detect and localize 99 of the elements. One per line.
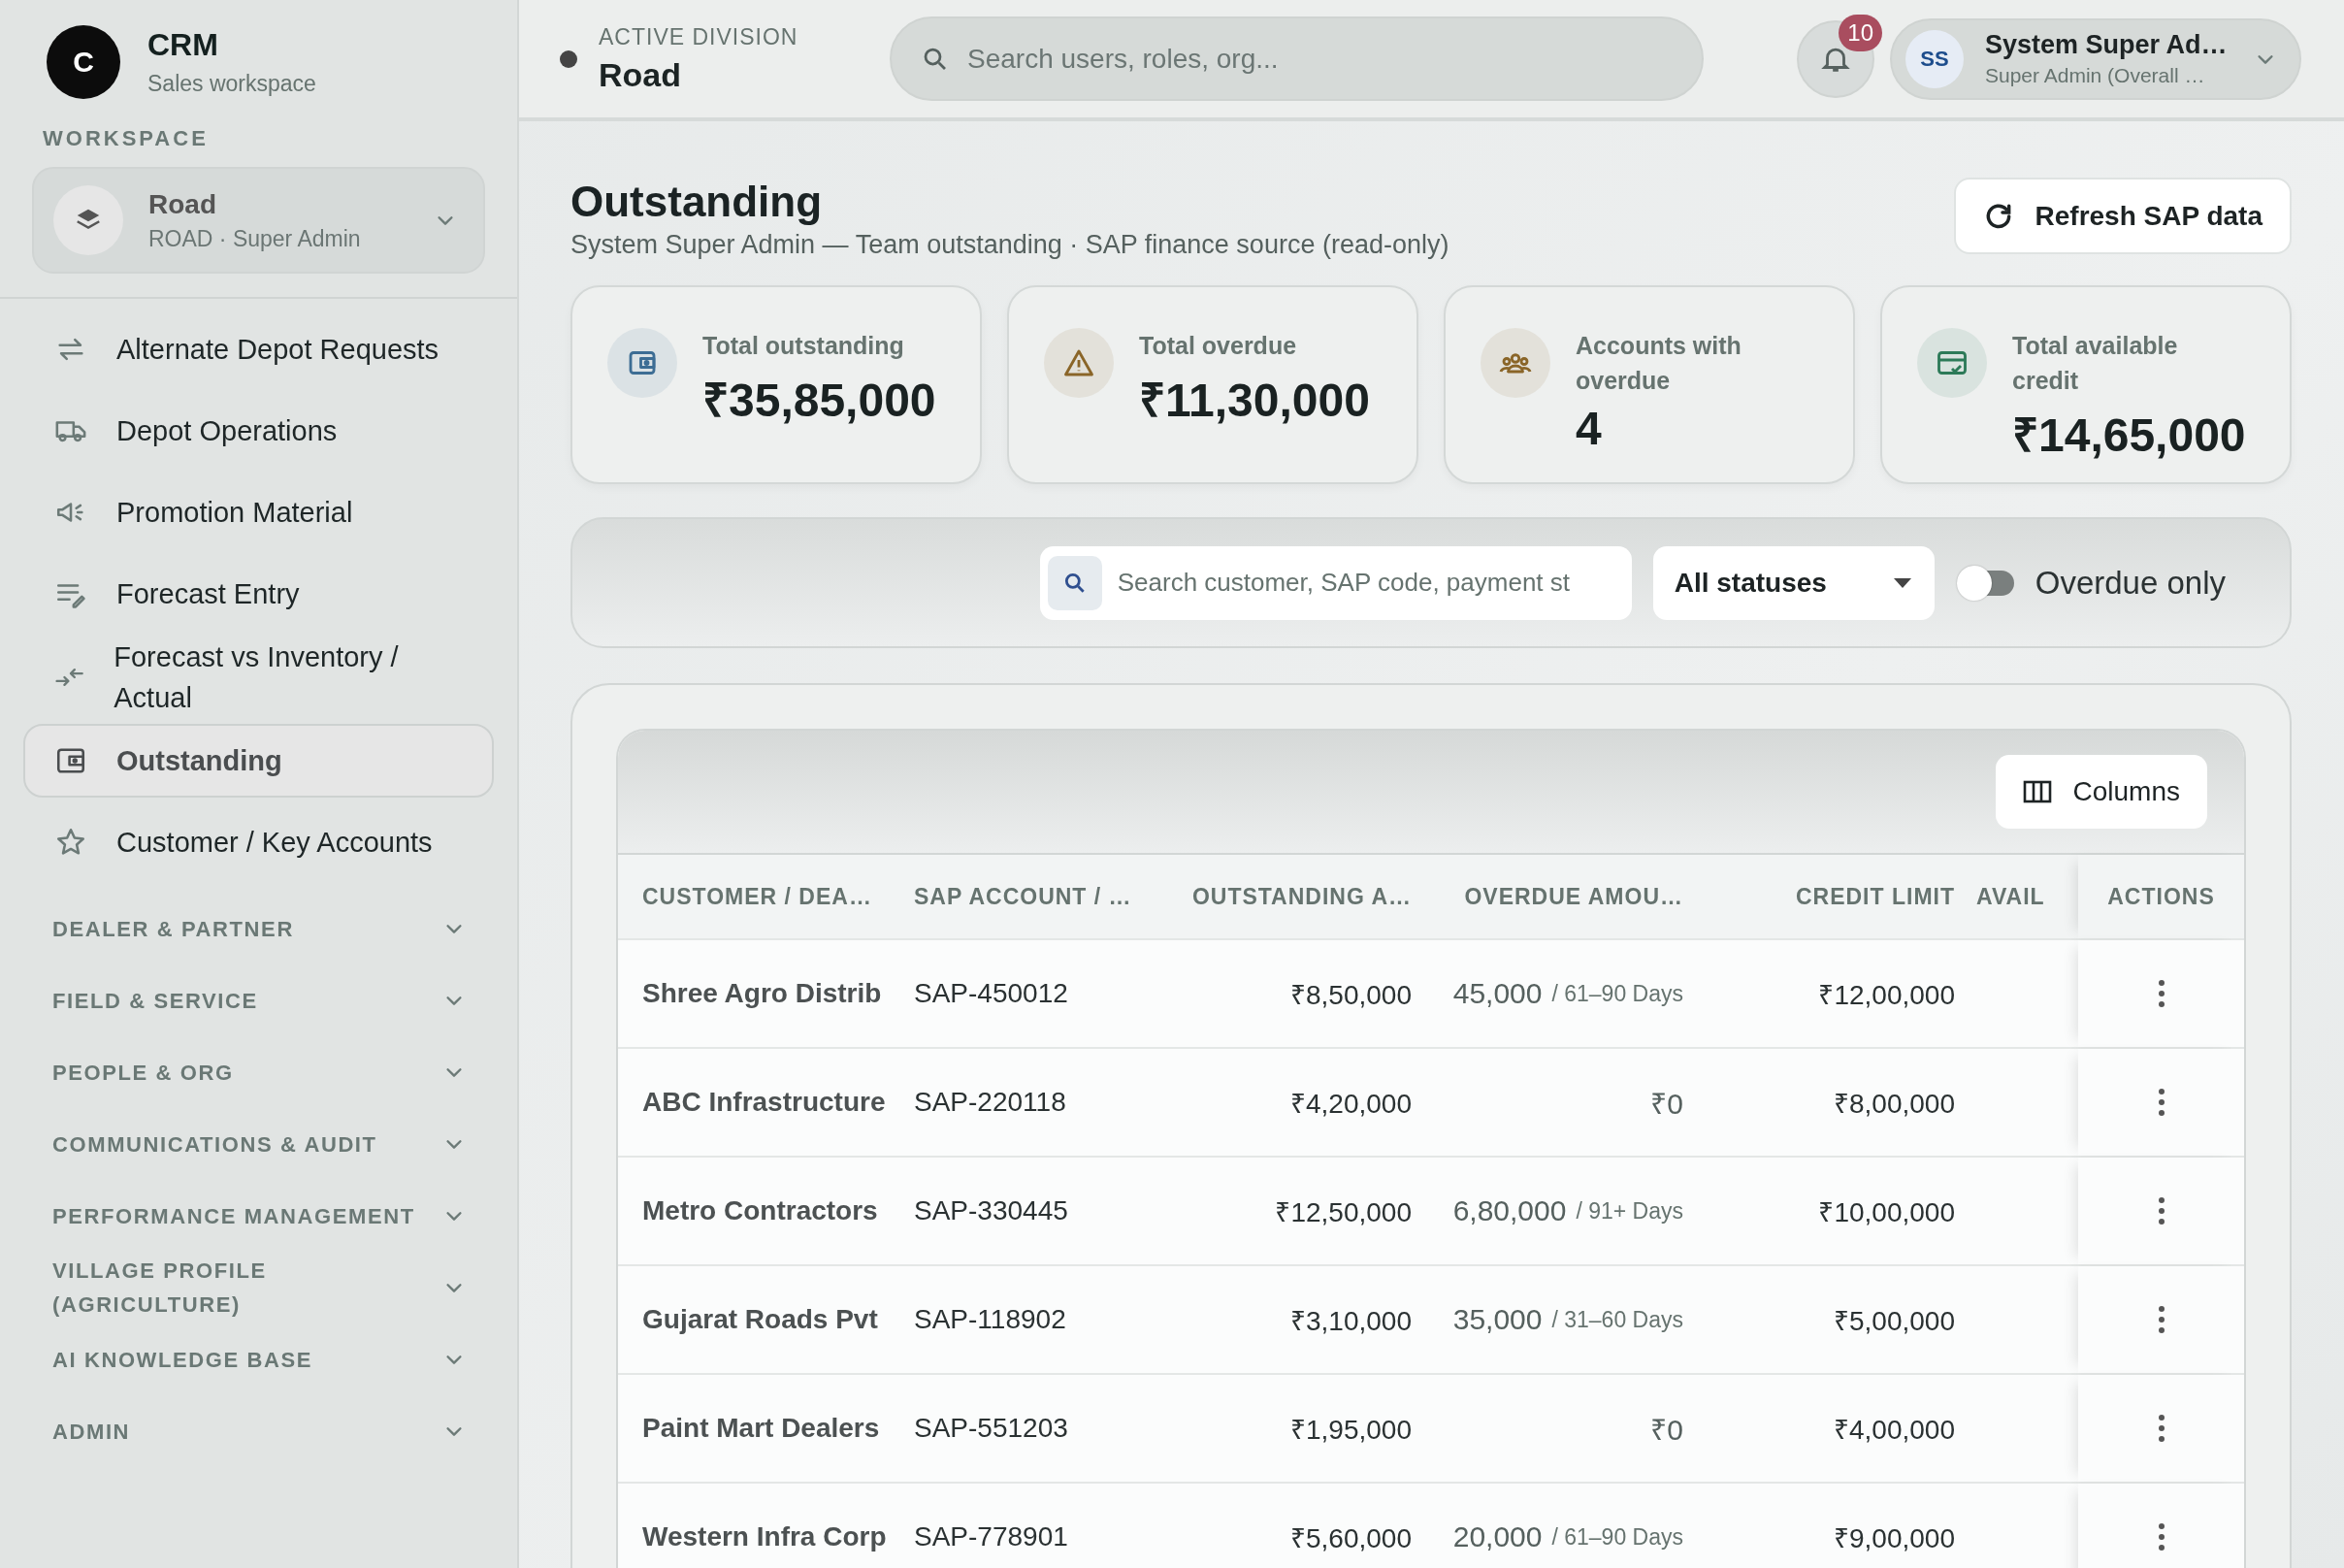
search-bar[interactable]: Search users, roles, org...: [890, 16, 1704, 101]
table-cell-text: ₹10,00,000: [1817, 1196, 1956, 1229]
sidebar-item[interactable]: Customer / Key Accounts: [23, 801, 494, 883]
toggle-label: Overdue only: [2035, 564, 2226, 602]
sidebar-item[interactable]: Forecast vs Inventory / Actual: [23, 635, 494, 720]
table-cell-text: ₹3,10,000: [1289, 1305, 1413, 1338]
overdue-cell-text: 20,000 / 61–90 Days: [1451, 1519, 1684, 1554]
overdue-cell-text: ₹0: [1649, 1086, 1684, 1122]
column-header: CUSTOMER / DEA…: [642, 883, 872, 910]
table-cell-text: ₹9,00,000: [1833, 1522, 1956, 1555]
user-menu[interactable]: SS System Super Ad… Super Admin (Overall …: [1890, 17, 2301, 100]
status-dot: [560, 49, 577, 68]
sidebar-section[interactable]: PEOPLE & ORG: [23, 1036, 494, 1108]
logo: C: [47, 25, 120, 99]
user-avatar: SS: [1905, 29, 1964, 88]
table-cell-text: ₹5,60,000: [1289, 1522, 1413, 1555]
table-row[interactable]: Western Infra Corp SAP-778901 ₹5,60,000 20,000 / 61–90 Days ₹9,00,000: [618, 1482, 2244, 1568]
sidebar-item[interactable]: Outstanding: [23, 724, 494, 798]
section-heading: WORKSPACE: [43, 126, 210, 151]
sidebar-item[interactable]: Alternate Depot Requests: [23, 309, 494, 390]
workspace-selector[interactable]: Road ROAD · Super Admin: [32, 167, 485, 274]
column-header: CREDIT LIMIT: [1795, 883, 1955, 910]
table-cell-text: ₹12,00,000: [1817, 979, 1956, 1012]
more-icon[interactable]: [2156, 979, 2166, 1008]
columns-button[interactable]: Columns: [1995, 755, 2207, 829]
table-cell-text: ₹4,20,000: [1289, 1088, 1413, 1121]
workspace-name: Road: [148, 188, 217, 220]
kpi-label: Total overdue: [1139, 331, 1298, 361]
search-input[interactable]: Search users, roles, org...: [967, 43, 1673, 75]
page-subtitle: System Super Admin — Team outstanding · SAP finance source (read-only): [570, 230, 1449, 260]
customer-name: Gujarat Roads Pvt: [642, 1303, 879, 1336]
table-row[interactable]: ABC Infrastructure SAP-220118 ₹4,20,000 ₹0 ₹8,00,000: [618, 1047, 2244, 1156]
overdue-cell-text: 6,80,000 / 91+ Days: [1451, 1193, 1684, 1228]
search-input[interactable]: Search customer, SAP code, payment st: [1117, 568, 1624, 598]
sidebar-section[interactable]: AI KNOWLEDGE BASE: [23, 1323, 494, 1395]
customer-name: Metro Contractors: [642, 1194, 879, 1227]
user-role: Super Admin (Overall …: [1985, 64, 2206, 87]
notification-badge: 10: [1839, 14, 1882, 51]
caret-icon: [1891, 575, 1913, 590]
kpi-value: ₹11,30,000: [1139, 374, 1370, 428]
table-cell-text: SAP-118902: [914, 1303, 1067, 1336]
more-icon[interactable]: [2156, 1414, 2166, 1443]
sidebar-section[interactable]: COMMUNICATIONS & AUDIT: [23, 1108, 494, 1180]
table-cell-text: ₹1,95,000: [1289, 1414, 1413, 1447]
table-row[interactable]: Paint Mart Dealers SAP-551203 ₹1,95,000 ₹0 ₹4,00,000: [618, 1373, 2244, 1482]
search-bar[interactable]: Search customer, SAP code, payment st: [1039, 545, 1632, 620]
table-row[interactable]: Metro Contractors SAP-330445 ₹12,50,000 6,80,000 / 91+ Days ₹10,00,000: [618, 1156, 2244, 1264]
sidebar-section[interactable]: DEALER & PARTNER: [23, 893, 494, 964]
table-row[interactable]: Gujarat Roads Pvt SAP-118902 ₹3,10,000 35,000 / 31–60 Days ₹5,00,000: [618, 1264, 2244, 1373]
status-dropdown[interactable]: All statuses: [1652, 545, 1935, 620]
customer-name: Shree Agro Distrib: [642, 977, 883, 1010]
user-name: System Super Ad…: [1985, 30, 2229, 60]
table-cell-text: ₹8,50,000: [1289, 979, 1413, 1012]
sidebar-item[interactable]: Depot Operations: [23, 390, 494, 472]
kpi-label: Total outstanding: [702, 331, 905, 361]
overdue-cell-text: 45,000 / 61–90 Days: [1451, 976, 1684, 1011]
kpi-value: ₹35,85,000: [702, 374, 936, 428]
more-icon[interactable]: [2156, 1196, 2166, 1225]
table-cell-text: ₹5,00,000: [1833, 1305, 1956, 1338]
table-cell-text: ₹8,00,000: [1833, 1088, 1956, 1121]
column-header: AVAIL: [1976, 883, 2045, 910]
customer-name: Western Infra Corp: [642, 1520, 888, 1553]
table-cell-text: SAP-330445: [914, 1194, 1069, 1227]
kpi-label: Total available credit: [2012, 331, 2179, 396]
app-name: CRM: [147, 27, 219, 63]
sidebar-section[interactable]: VILLAGE PROFILE (AGRICULTURE): [23, 1252, 494, 1323]
refresh-button[interactable]: Refresh SAP data: [1953, 178, 2292, 254]
overdue-cell-text: ₹0: [1649, 1412, 1684, 1448]
table-cell-text: SAP-778901: [914, 1520, 1069, 1553]
more-icon[interactable]: [2156, 1522, 2166, 1552]
overdue-cell-text: 35,000 / 31–60 Days: [1451, 1302, 1684, 1337]
workspace-detail: ROAD · Super Admin: [148, 225, 362, 252]
customer-name: Paint Mart Dealers: [642, 1412, 881, 1445]
column-header: OVERDUE AMOU…: [1464, 883, 1683, 910]
more-icon[interactable]: [2156, 1305, 2166, 1334]
kpi-value: ₹14,65,000: [2012, 408, 2246, 463]
column-header: SAP ACCOUNT / …: [914, 883, 1132, 910]
page-title: Outstanding: [570, 178, 824, 226]
sidebar-section[interactable]: ADMIN: [23, 1395, 494, 1467]
division-label: ACTIVE DIVISION: [599, 23, 799, 50]
table-cell-text: ₹12,50,000: [1274, 1196, 1413, 1229]
sidebar-section[interactable]: PERFORMANCE MANAGEMENT: [23, 1180, 494, 1252]
kpi-label: Accounts with overdue: [1576, 331, 1742, 396]
sidebar-item[interactable]: Promotion Material: [23, 472, 494, 553]
sidebar-section[interactable]: FIELD & SERVICE: [23, 964, 494, 1036]
sidebar-item[interactable]: Forecast Entry: [23, 553, 494, 635]
table-cell-text: SAP-450012: [914, 977, 1069, 1010]
kpi-value: 4: [1576, 402, 1603, 455]
table-cell-text: ₹4,00,000: [1833, 1414, 1956, 1447]
table-cell-text: SAP-551203: [914, 1412, 1069, 1445]
column-header: OUTSTANDING A…: [1191, 883, 1412, 910]
division-name: Road: [599, 55, 682, 94]
app-subtitle: Sales workspace: [147, 71, 316, 97]
customer-name: ABC Infrastructure: [642, 1086, 887, 1119]
column-header: ACTIONS: [2107, 883, 2215, 910]
columns-icon: [2022, 779, 2052, 804]
more-icon[interactable]: [2156, 1088, 2166, 1117]
table-row[interactable]: Shree Agro Distrib SAP-450012 ₹8,50,000 45,000 / 61–90 Days ₹12,00,000: [618, 938, 2244, 1047]
table-cell-text: SAP-220118: [914, 1086, 1067, 1119]
